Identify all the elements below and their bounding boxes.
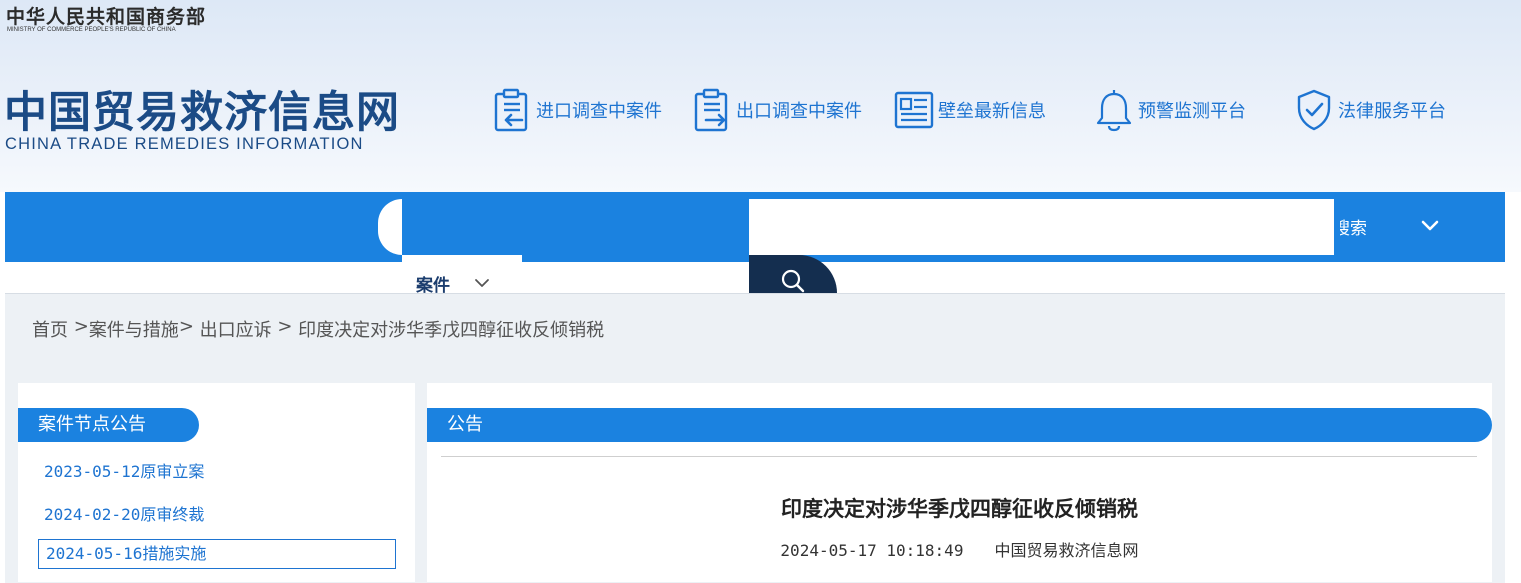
export-case-icon bbox=[694, 88, 732, 132]
ministry-name-en: MINISTRY OF COMMERCE PEOPLE'S REPUBLIC O… bbox=[7, 27, 176, 33]
quick-link-label: 壁垒最新信息 bbox=[938, 101, 1046, 122]
import-case-icon bbox=[494, 88, 532, 132]
nav-expand-chevron-icon[interactable] bbox=[1420, 218, 1440, 238]
breadcrumb-current: 印度决定对涉华季戊四醇征收反倾销税 bbox=[298, 320, 605, 341]
case-node-item-active[interactable]: 2024-05-16措施实施 bbox=[38, 539, 396, 569]
case-node-item[interactable]: 2023-05-12原审立案 bbox=[44, 458, 204, 482]
breadcrumb-home[interactable]: 首页 bbox=[32, 316, 68, 342]
ministry-name-cn[interactable]: 中华人民共和国商务部 bbox=[6, 2, 206, 29]
case-node-item[interactable]: 2024-02-20原审终裁 bbox=[44, 501, 204, 525]
bell-icon bbox=[1094, 88, 1134, 132]
shield-check-icon bbox=[1294, 88, 1334, 132]
site-logo-title[interactable]: 中国贸易救济信息网 bbox=[4, 78, 400, 140]
sidebar-title: 案件节点公告 bbox=[18, 408, 199, 442]
divider bbox=[441, 456, 1477, 457]
section-title: 公告 bbox=[427, 408, 1492, 442]
quick-link-import-cases[interactable]: 进口调查中案件 bbox=[494, 88, 662, 132]
site-logo-subtitle: CHINA TRADE REMEDIES INFORMATION bbox=[5, 135, 364, 153]
quick-link-label: 进口调查中案件 bbox=[536, 101, 662, 122]
quick-link-warning-platform[interactable]: 预警监测平台 bbox=[1094, 88, 1246, 132]
site-header: 中华人民共和国商务部 MINISTRY OF COMMERCE PEOPLE'S… bbox=[0, 0, 1521, 192]
breadcrumb-cases[interactable]: 案件与措施 bbox=[89, 316, 179, 342]
quick-link-label: 法律服务平台 bbox=[1338, 101, 1446, 122]
breadcrumb-separator: > bbox=[271, 316, 299, 337]
article-date: 2024-05-17 10:18:49 bbox=[780, 541, 964, 560]
breadcrumb: 首页 > 案件与措施 > 出口应诉 > 印度决定对涉华季戊四醇征收反倾销税 bbox=[32, 316, 604, 342]
quick-link-legal-service[interactable]: 法律服务平台 bbox=[1294, 88, 1446, 132]
news-icon bbox=[894, 90, 934, 130]
article-source: 中国贸易救济信息网 bbox=[994, 541, 1139, 560]
search-type-selected: 案件 bbox=[416, 275, 450, 296]
quick-link-label: 预警监测平台 bbox=[1138, 101, 1246, 122]
nav-search-spacer bbox=[402, 199, 522, 255]
case-node-sidebar: 案件节点公告 2023-05-12原审立案 2024-02-20原审终裁 202… bbox=[18, 383, 415, 582]
quick-link-barrier-news[interactable]: 壁垒最新信息 bbox=[894, 88, 1046, 132]
breadcrumb-separator: > bbox=[178, 316, 200, 337]
article-title: 印度决定对涉华季戊四醇征收反倾销税 bbox=[781, 496, 1138, 521]
breadcrumb-export-response[interactable]: 出口应诉 bbox=[200, 316, 272, 342]
chevron-down-icon bbox=[474, 277, 490, 289]
quick-link-export-cases[interactable]: 出口调查中案件 bbox=[694, 88, 862, 132]
announcement-panel: 公告 印度决定对涉华季戊四醇征收反倾销税 2024-05-17 10:18:49… bbox=[427, 383, 1492, 582]
search-input[interactable] bbox=[749, 199, 1334, 255]
quick-link-label: 出口调查中案件 bbox=[736, 101, 862, 122]
article-meta: 2024-05-17 10:18:49 中国贸易救济信息网 bbox=[427, 537, 1492, 561]
breadcrumb-separator: > bbox=[68, 316, 89, 337]
